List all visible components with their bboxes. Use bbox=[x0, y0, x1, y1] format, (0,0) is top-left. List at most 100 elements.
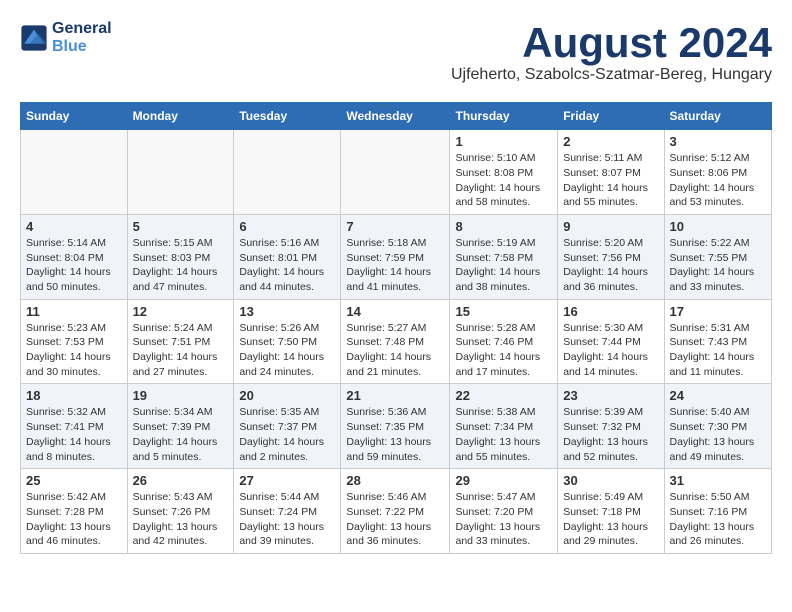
logo-text: General Blue bbox=[52, 20, 112, 56]
day-info: Sunrise: 5:15 AM Sunset: 8:03 PM Dayligh… bbox=[133, 236, 229, 295]
calendar-cell: 11 Sunrise: 5:23 AM Sunset: 7:53 PM Dayli… bbox=[21, 299, 128, 384]
day-number: 7 bbox=[346, 219, 444, 234]
day-info: Sunrise: 5:24 AM Sunset: 7:51 PM Dayligh… bbox=[133, 321, 229, 380]
day-info: Sunrise: 5:39 AM Sunset: 7:32 PM Dayligh… bbox=[563, 405, 658, 464]
day-number: 26 bbox=[133, 473, 229, 488]
calendar-cell bbox=[234, 130, 341, 215]
day-info: Sunrise: 5:43 AM Sunset: 7:26 PM Dayligh… bbox=[133, 490, 229, 549]
day-info: Sunrise: 5:50 AM Sunset: 7:16 PM Dayligh… bbox=[670, 490, 767, 549]
calendar-cell: 4 Sunrise: 5:14 AM Sunset: 8:04 PM Daylig… bbox=[21, 214, 128, 299]
weekday-header-monday: Monday bbox=[127, 103, 234, 130]
day-info: Sunrise: 5:36 AM Sunset: 7:35 PM Dayligh… bbox=[346, 405, 444, 464]
calendar-cell: 24 Sunrise: 5:40 AM Sunset: 7:30 PM Dayli… bbox=[664, 384, 772, 469]
day-number: 12 bbox=[133, 304, 229, 319]
day-number: 15 bbox=[455, 304, 552, 319]
day-info: Sunrise: 5:26 AM Sunset: 7:50 PM Dayligh… bbox=[239, 321, 335, 380]
calendar-cell: 1 Sunrise: 5:10 AM Sunset: 8:08 PM Daylig… bbox=[450, 130, 558, 215]
day-info: Sunrise: 5:38 AM Sunset: 7:34 PM Dayligh… bbox=[455, 405, 552, 464]
day-info: Sunrise: 5:23 AM Sunset: 7:53 PM Dayligh… bbox=[26, 321, 122, 380]
calendar-cell: 10 Sunrise: 5:22 AM Sunset: 7:55 PM Dayli… bbox=[664, 214, 772, 299]
day-info: Sunrise: 5:12 AM Sunset: 8:06 PM Dayligh… bbox=[670, 151, 767, 210]
day-number: 31 bbox=[670, 473, 767, 488]
location-subtitle: Ujfeherto, Szabolcs-Szatmar-Bereg, Hunga… bbox=[451, 66, 772, 84]
day-info: Sunrise: 5:16 AM Sunset: 8:01 PM Dayligh… bbox=[239, 236, 335, 295]
calendar-cell: 22 Sunrise: 5:38 AM Sunset: 7:34 PM Dayli… bbox=[450, 384, 558, 469]
calendar-cell bbox=[21, 130, 128, 215]
day-info: Sunrise: 5:11 AM Sunset: 8:07 PM Dayligh… bbox=[563, 151, 658, 210]
calendar-cell: 18Sunrise: 5:32 AM Sunset: 7:41 PM Dayli… bbox=[21, 384, 128, 469]
weekday-header-friday: Friday bbox=[558, 103, 664, 130]
calendar-cell: 28 Sunrise: 5:46 AM Sunset: 7:22 PM Dayli… bbox=[341, 469, 450, 554]
day-number: 6 bbox=[239, 219, 335, 234]
logo: General Blue bbox=[20, 20, 112, 56]
day-number: 9 bbox=[563, 219, 658, 234]
calendar-cell: 17Sunrise: 5:31 AM Sunset: 7:43 PM Dayli… bbox=[664, 299, 772, 384]
day-number: 4 bbox=[26, 219, 122, 234]
day-info: Sunrise: 5:49 AM Sunset: 7:18 PM Dayligh… bbox=[563, 490, 658, 549]
logo-icon bbox=[20, 24, 48, 52]
day-number: 21 bbox=[346, 388, 444, 403]
calendar-cell: 2 Sunrise: 5:11 AM Sunset: 8:07 PM Daylig… bbox=[558, 130, 664, 215]
day-info: Sunrise: 5:44 AM Sunset: 7:24 PM Dayligh… bbox=[239, 490, 335, 549]
calendar-cell bbox=[341, 130, 450, 215]
calendar-cell: 19Sunrise: 5:34 AM Sunset: 7:39 PM Dayli… bbox=[127, 384, 234, 469]
day-info: Sunrise: 5:46 AM Sunset: 7:22 PM Dayligh… bbox=[346, 490, 444, 549]
calendar-cell: 15 Sunrise: 5:28 AM Sunset: 7:46 PM Dayli… bbox=[450, 299, 558, 384]
weekday-header-tuesday: Tuesday bbox=[234, 103, 341, 130]
calendar-cell: 6 Sunrise: 5:16 AM Sunset: 8:01 PM Daylig… bbox=[234, 214, 341, 299]
day-info: Sunrise: 5:30 AM Sunset: 7:44 PM Dayligh… bbox=[563, 321, 658, 380]
calendar-cell: 23 Sunrise: 5:39 AM Sunset: 7:32 PM Dayli… bbox=[558, 384, 664, 469]
calendar-cell: 31 Sunrise: 5:50 AM Sunset: 7:16 PM Dayli… bbox=[664, 469, 772, 554]
day-number: 19 bbox=[133, 388, 229, 403]
calendar-cell: 25Sunrise: 5:42 AM Sunset: 7:28 PM Dayli… bbox=[21, 469, 128, 554]
day-number: 28 bbox=[346, 473, 444, 488]
calendar-cell: 16 Sunrise: 5:30 AM Sunset: 7:44 PM Dayli… bbox=[558, 299, 664, 384]
day-info: Sunrise: 5:31 AM Sunset: 7:43 PM Dayligh… bbox=[670, 321, 767, 380]
day-number: 29 bbox=[455, 473, 552, 488]
day-info: Sunrise: 5:22 AM Sunset: 7:55 PM Dayligh… bbox=[670, 236, 767, 295]
calendar-cell: 3 Sunrise: 5:12 AM Sunset: 8:06 PM Daylig… bbox=[664, 130, 772, 215]
day-info: Sunrise: 5:42 AM Sunset: 7:28 PM Dayligh… bbox=[26, 490, 122, 549]
calendar-cell: 27 Sunrise: 5:44 AM Sunset: 7:24 PM Dayli… bbox=[234, 469, 341, 554]
weekday-header-saturday: Saturday bbox=[664, 103, 772, 130]
day-number: 10 bbox=[670, 219, 767, 234]
day-info: Sunrise: 5:14 AM Sunset: 8:04 PM Dayligh… bbox=[26, 236, 122, 295]
calendar: SundayMondayTuesdayWednesdayThursdayFrid… bbox=[20, 102, 772, 554]
calendar-cell: 13 Sunrise: 5:26 AM Sunset: 7:50 PM Dayli… bbox=[234, 299, 341, 384]
weekday-header-sunday: Sunday bbox=[21, 103, 128, 130]
day-number: 2 bbox=[563, 134, 658, 149]
day-info: Sunrise: 5:10 AM Sunset: 8:08 PM Dayligh… bbox=[455, 151, 552, 210]
day-info: Sunrise: 5:18 AM Sunset: 7:59 PM Dayligh… bbox=[346, 236, 444, 295]
calendar-cell: 12 Sunrise: 5:24 AM Sunset: 7:51 PM Dayli… bbox=[127, 299, 234, 384]
calendar-cell bbox=[127, 130, 234, 215]
weekday-header-thursday: Thursday bbox=[450, 103, 558, 130]
day-info: Sunrise: 5:40 AM Sunset: 7:30 PM Dayligh… bbox=[670, 405, 767, 464]
day-number: 14 bbox=[346, 304, 444, 319]
day-number: 11 bbox=[26, 304, 122, 319]
calendar-cell: 5Sunrise: 5:15 AM Sunset: 8:03 PM Daylig… bbox=[127, 214, 234, 299]
day-info: Sunrise: 5:27 AM Sunset: 7:48 PM Dayligh… bbox=[346, 321, 444, 380]
calendar-cell: 29Sunrise: 5:47 AM Sunset: 7:20 PM Dayli… bbox=[450, 469, 558, 554]
day-number: 8 bbox=[455, 219, 552, 234]
calendar-cell: 30 Sunrise: 5:49 AM Sunset: 7:18 PM Dayli… bbox=[558, 469, 664, 554]
day-number: 27 bbox=[239, 473, 335, 488]
day-number: 23 bbox=[563, 388, 658, 403]
weekday-header-wednesday: Wednesday bbox=[341, 103, 450, 130]
calendar-cell: 21 Sunrise: 5:36 AM Sunset: 7:35 PM Dayli… bbox=[341, 384, 450, 469]
calendar-cell: 7 Sunrise: 5:18 AM Sunset: 7:59 PM Daylig… bbox=[341, 214, 450, 299]
day-number: 22 bbox=[455, 388, 552, 403]
day-number: 16 bbox=[563, 304, 658, 319]
day-number: 13 bbox=[239, 304, 335, 319]
calendar-cell: 20 Sunrise: 5:35 AM Sunset: 7:37 PM Dayli… bbox=[234, 384, 341, 469]
month-title: August 2024 bbox=[451, 20, 772, 66]
day-number: 1 bbox=[455, 134, 552, 149]
title-section: August 2024 Ujfeherto, Szabolcs-Szatmar-… bbox=[451, 20, 772, 92]
day-number: 30 bbox=[563, 473, 658, 488]
day-info: Sunrise: 5:32 AM Sunset: 7:41 PM Dayligh… bbox=[26, 405, 122, 464]
calendar-cell: 9Sunrise: 5:20 AM Sunset: 7:56 PM Daylig… bbox=[558, 214, 664, 299]
day-info: Sunrise: 5:35 AM Sunset: 7:37 PM Dayligh… bbox=[239, 405, 335, 464]
day-number: 20 bbox=[239, 388, 335, 403]
day-number: 3 bbox=[670, 134, 767, 149]
day-number: 24 bbox=[670, 388, 767, 403]
day-info: Sunrise: 5:28 AM Sunset: 7:46 PM Dayligh… bbox=[455, 321, 552, 380]
